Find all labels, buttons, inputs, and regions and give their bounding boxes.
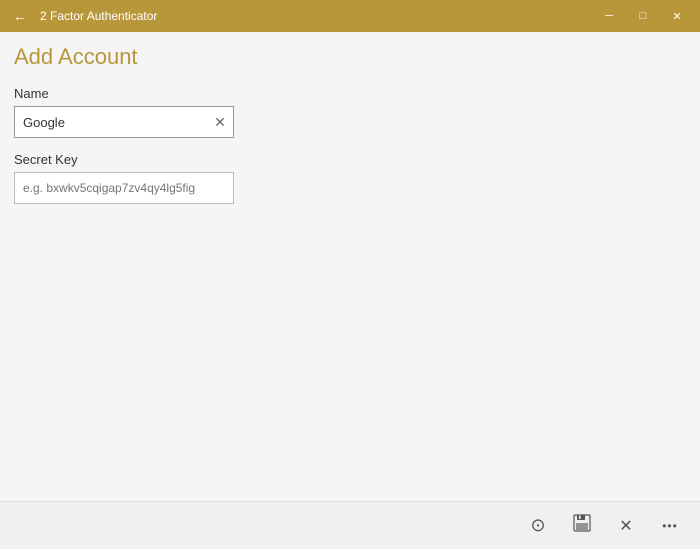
more-icon: ••• [662, 519, 678, 533]
name-input-wrapper: ✕ [14, 106, 234, 138]
name-form-group: Name ✕ [14, 86, 686, 138]
maximize-button[interactable]: □ [628, 6, 658, 26]
camera-icon: ⊙ [530, 515, 545, 536]
cancel-icon: ✕ [619, 516, 632, 536]
secret-key-form-group: Secret Key [14, 152, 686, 204]
close-icon: ✕ [672, 10, 681, 23]
back-button[interactable]: ← [8, 4, 32, 28]
window-controls: ─ □ ✕ [594, 6, 692, 26]
back-icon: ← [13, 8, 27, 24]
bottom-bar: ⊙ ✕ ••• [0, 501, 700, 549]
app-window: ← 2 Factor Authenticator ─ □ ✕ Add Accou… [0, 0, 700, 549]
more-button[interactable]: ••• [652, 508, 688, 544]
close-button[interactable]: ✕ [662, 6, 692, 26]
cancel-button[interactable]: ✕ [608, 508, 644, 544]
secret-key-label: Secret Key [14, 152, 686, 167]
secret-key-input[interactable] [14, 172, 234, 204]
page-title: Add Account [14, 44, 686, 70]
name-label: Name [14, 86, 686, 101]
title-bar: ← 2 Factor Authenticator ─ □ ✕ [0, 0, 700, 32]
minimize-icon: ─ [605, 10, 613, 22]
camera-button[interactable]: ⊙ [520, 508, 556, 544]
minimize-button[interactable]: ─ [594, 6, 624, 26]
content-area: Add Account Name ✕ Secret Key [0, 32, 700, 501]
maximize-icon: □ [640, 10, 647, 22]
save-icon [573, 514, 591, 537]
title-bar-left: ← 2 Factor Authenticator [8, 4, 157, 28]
clear-icon: ✕ [214, 114, 226, 131]
name-input[interactable] [14, 106, 234, 138]
content-spacer [14, 218, 686, 489]
save-button[interactable] [564, 508, 600, 544]
clear-name-button[interactable]: ✕ [210, 112, 230, 132]
app-title: 2 Factor Authenticator [40, 9, 157, 23]
